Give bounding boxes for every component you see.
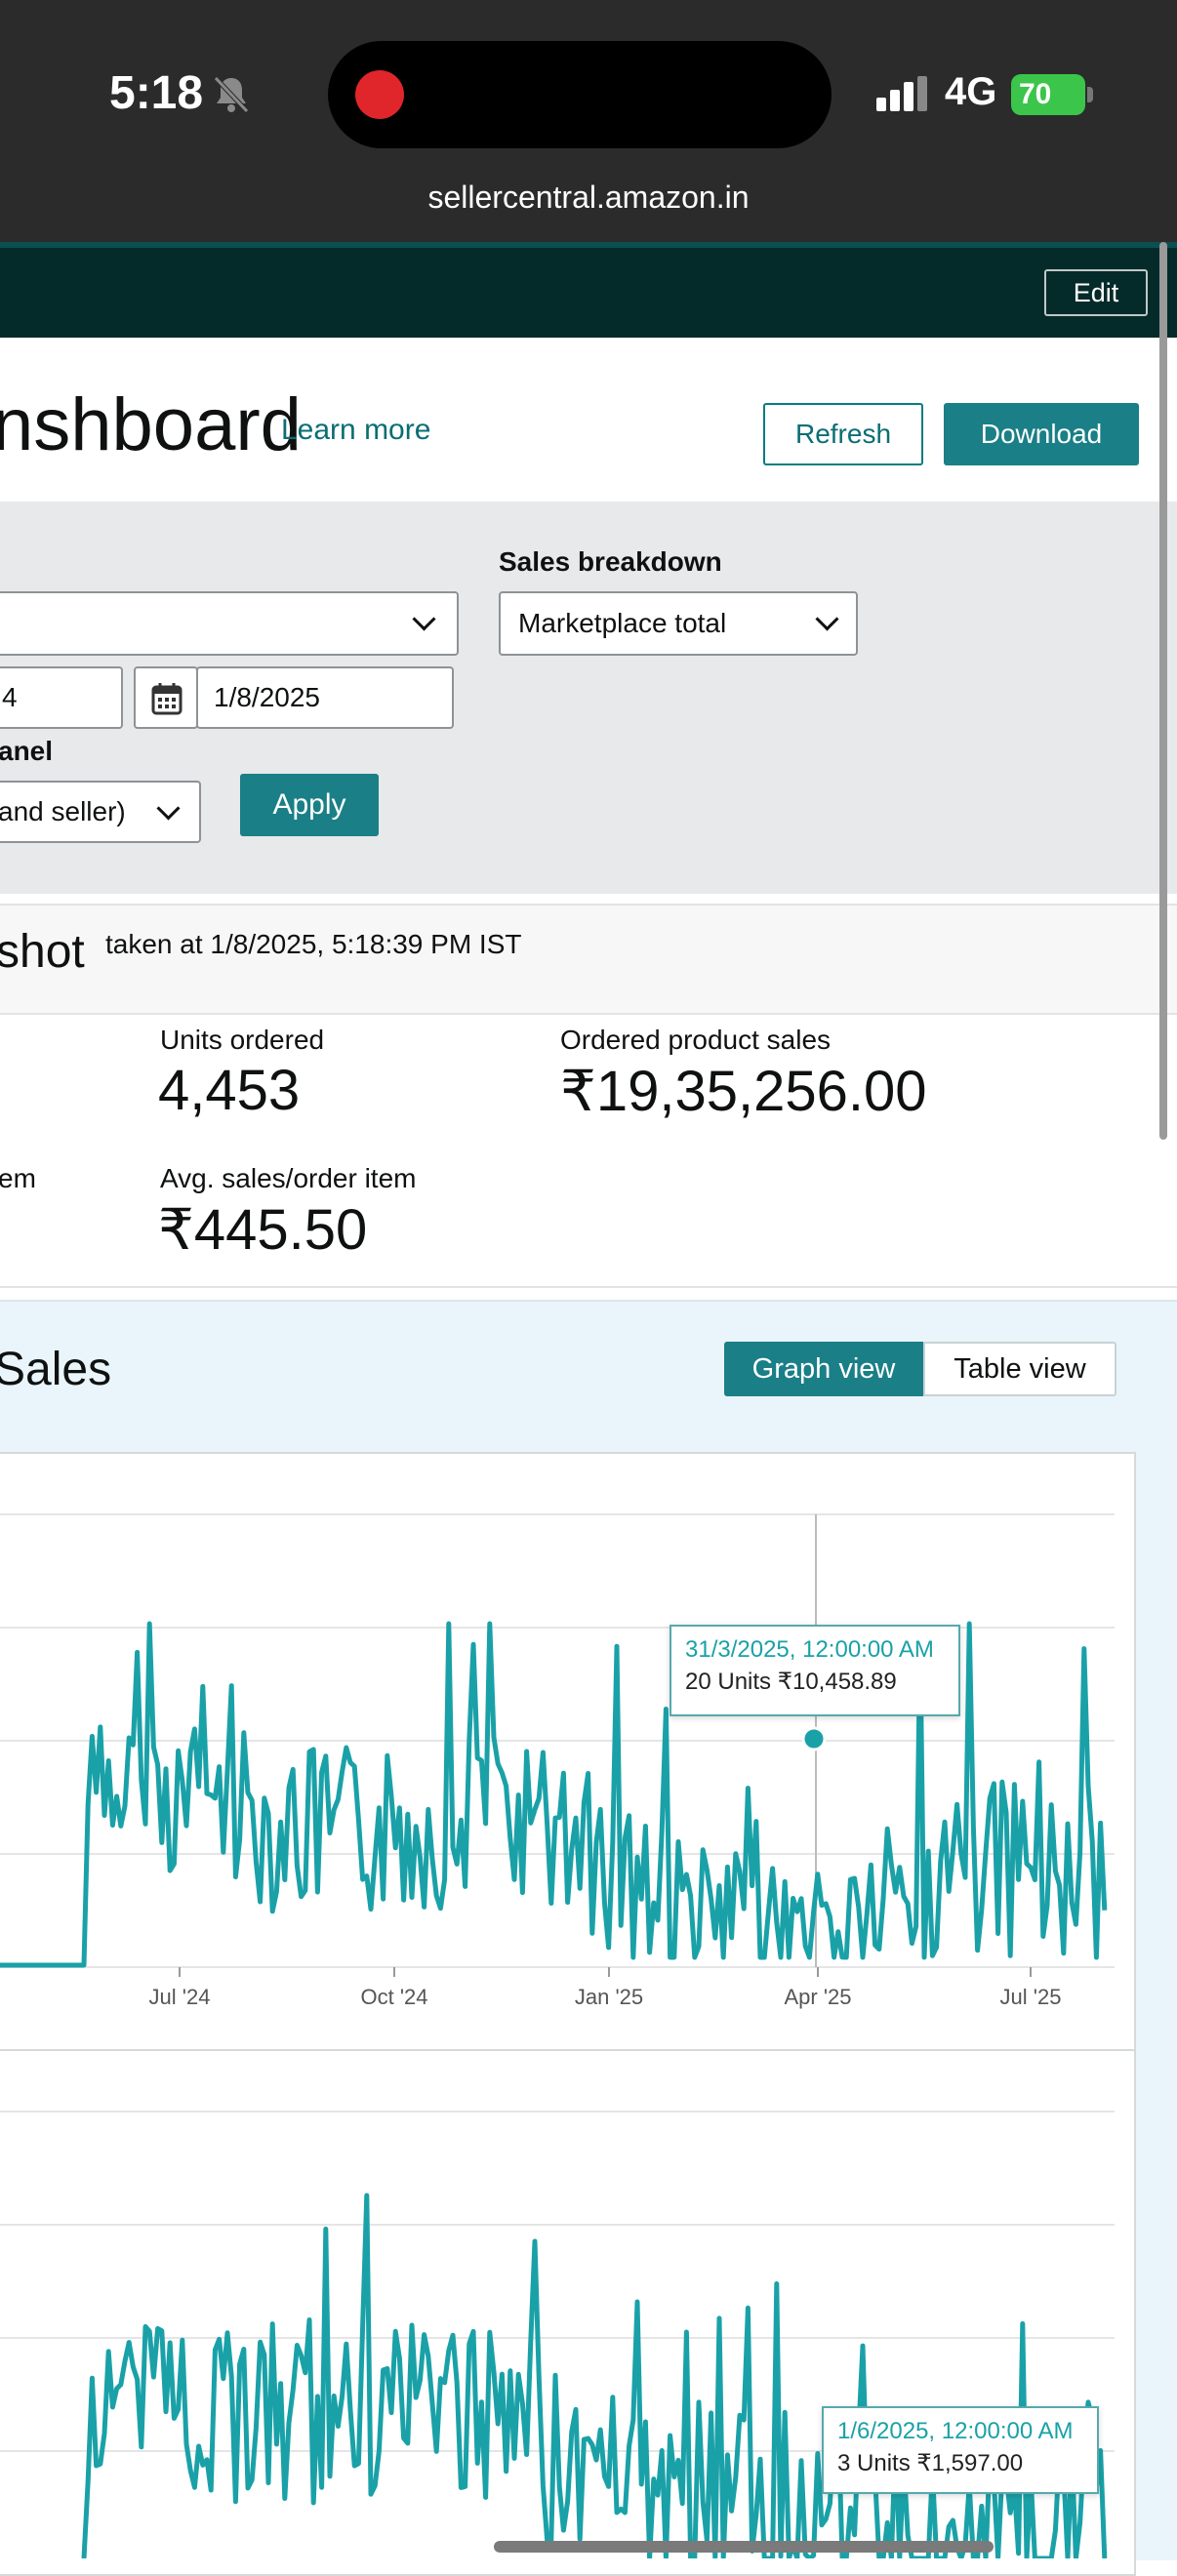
sales-breakdown-select[interactable]: Marketplace total — [499, 591, 858, 656]
x-tick-label: Oct '24 — [360, 1985, 427, 2009]
channel-select[interactable]: and seller) — [0, 781, 201, 843]
start-date-input[interactable]: 4 — [0, 666, 123, 729]
battery-level: 70 — [1019, 78, 1052, 110]
calendar-button[interactable] — [134, 666, 198, 729]
metric-value-units-ordered: 4,453 — [158, 1059, 301, 1122]
metric-label-units-ordered: Units ordered — [160, 1025, 325, 1055]
end-date-input[interactable]: 1/8/2025 — [196, 666, 454, 729]
tooltip-date: 31/3/2025, 12:00:00 AM — [685, 1636, 934, 1663]
end-date-value: 1/8/2025 — [214, 682, 320, 712]
edit-button[interactable]: Edit — [1044, 269, 1148, 316]
top-nav-bar — [0, 248, 1177, 338]
metric-value-ordered-sales: ₹19,35,256.00 — [560, 1060, 927, 1123]
silent-bell-icon — [210, 72, 253, 115]
chevron-down-icon — [156, 796, 181, 821]
chevron-down-icon — [412, 607, 436, 631]
battery-cap — [1087, 87, 1093, 102]
refresh-button[interactable]: Refresh — [763, 403, 923, 465]
hover-point — [801, 1726, 827, 1751]
sales-title: Sales — [0, 1344, 112, 1395]
snapshot-title: shot — [0, 926, 85, 978]
channel-value: and seller) — [0, 796, 126, 826]
page-scrollbar[interactable] — [1159, 242, 1167, 1140]
chart-tooltip: 31/3/2025, 12:00:00 AM 20 Units ₹10,458.… — [670, 1625, 960, 1716]
calendar-icon — [151, 683, 183, 715]
network-type: 4G — [945, 70, 997, 113]
sales-breakdown-label: Sales breakdown — [499, 546, 722, 577]
status-time: 5:18 — [109, 67, 204, 119]
tooltip-value: 20 Units ₹10,458.89 — [685, 1669, 897, 1695]
tooltip-value: 3 Units ₹1,597.00 — [837, 2450, 1024, 2476]
table-view-button[interactable]: Table view — [923, 1342, 1116, 1396]
metric-label-avg-sales: Avg. sales/order item — [160, 1163, 417, 1193]
x-tick-label: Jan '25 — [575, 1985, 643, 2009]
chevron-down-icon — [815, 607, 839, 631]
recording-indicator-icon — [355, 70, 404, 119]
graph-view-button[interactable]: Graph view — [724, 1342, 923, 1396]
date-range-select[interactable] — [0, 591, 459, 656]
learn-more-link[interactable]: Learn more — [281, 414, 430, 447]
start-date-value: 4 — [2, 682, 18, 712]
metric-label-ordered-sales: Ordered product sales — [560, 1025, 832, 1055]
chart-tooltip-2: 1/6/2025, 12:00:00 AM 3 Units ₹1,597.00 — [822, 2406, 1099, 2494]
browser-url[interactable]: sellercentral.amazon.in — [0, 180, 1177, 216]
channel-label: anel — [0, 736, 54, 766]
x-tick-label: Apr '25 — [784, 1985, 851, 2009]
download-button[interactable]: Download — [944, 403, 1139, 465]
metric-value-avg-sales: ₹445.50 — [158, 1198, 368, 1262]
battery-icon: 70 — [1011, 74, 1085, 115]
x-axis-ticks: Jul '24 Oct '24 Jan '25 Apr '25 Jul '25 — [149, 1967, 1062, 2009]
tooltip-date: 1/6/2025, 12:00:00 AM — [837, 2418, 1074, 2444]
home-indicator[interactable] — [494, 2541, 994, 2553]
page-title: nshboard — [0, 383, 302, 466]
apply-button[interactable]: Apply — [240, 774, 379, 836]
units-line-chart[interactable]: Jul '24 Oct '24 Jan '25 Apr '25 Jul '25 — [0, 1452, 1132, 2051]
x-tick-label: Jul '24 — [149, 1985, 211, 2009]
sales-series-line — [81, 2193, 1108, 2558]
metric-label-partial: em — [0, 1163, 36, 1193]
snapshot-timestamp: taken at 1/8/2025, 5:18:39 PM IST — [105, 929, 522, 959]
divider — [0, 1286, 1177, 1288]
sales-breakdown-value: Marketplace total — [518, 608, 727, 638]
x-tick-label: Jul '25 — [1000, 1985, 1062, 2009]
chart-gridlines — [0, 1513, 1115, 1968]
